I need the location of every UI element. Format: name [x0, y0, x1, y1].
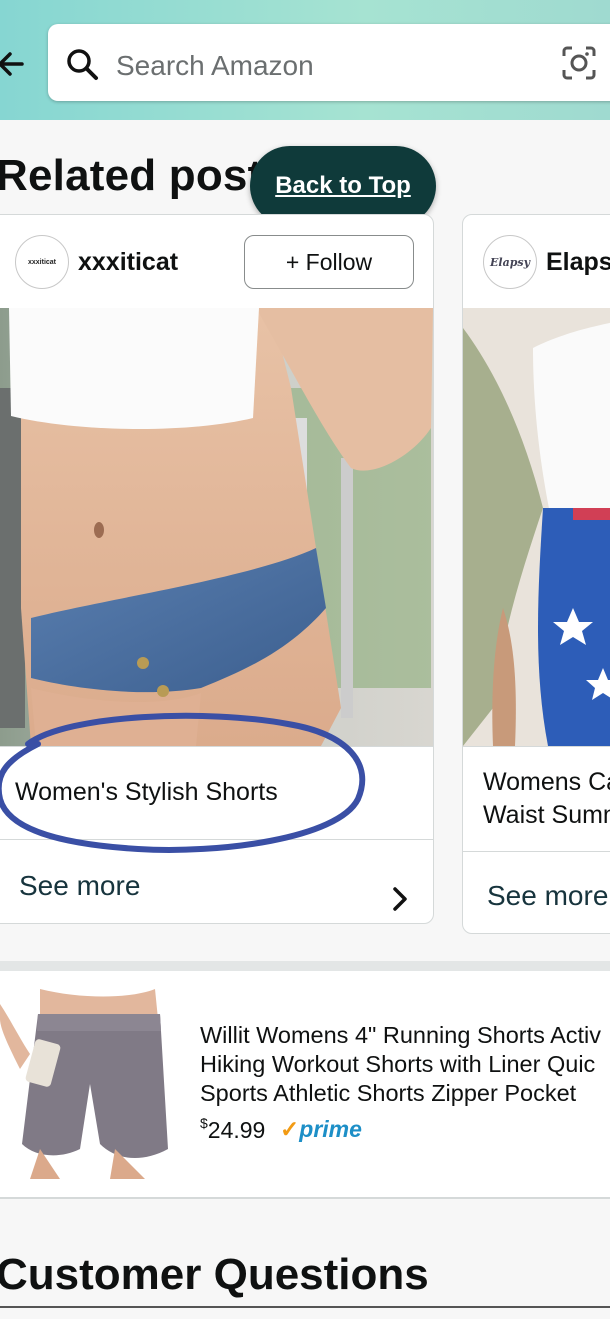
avatar-text: xxxiticat: [27, 258, 57, 266]
related-posts-heading: Related posts: [0, 151, 288, 200]
product-title-line: Hiking Workout Shorts with Liner Quic: [200, 1051, 596, 1077]
price-value: 24.99: [207, 1117, 266, 1143]
post-image[interactable]: [463, 308, 610, 746]
section-separator: [0, 961, 610, 971]
prime-badge: ✓prime: [280, 1116, 362, 1143]
camera-lens-icon[interactable]: [560, 44, 598, 87]
post-username[interactable]: xxxiticat: [78, 248, 178, 277]
bottom-divider: [0, 1306, 610, 1308]
product-item[interactable]: Willit Womens 4" Running Shorts Activ Hi…: [0, 971, 610, 1199]
product-title-line: Sports Athletic Shorts Zipper Pocket: [200, 1080, 577, 1106]
post-card[interactable]: Elapsy Elapsy Womens Ca Waist Summ See m…: [462, 214, 610, 934]
avatar[interactable]: Elapsy: [483, 235, 537, 289]
product-title-line: Willit Womens 4" Running Shorts Activ: [200, 1022, 602, 1048]
post-username[interactable]: Elapsy: [546, 248, 610, 277]
search-icon: [64, 46, 100, 87]
chevron-right-icon[interactable]: [389, 885, 413, 918]
product-image[interactable]: [0, 989, 180, 1179]
hand-drawn-circle-annotation: [0, 712, 366, 853]
product-title[interactable]: Willit Womens 4" Running Shorts Activ Hi…: [200, 1021, 610, 1108]
avatar-text: Elapsy: [490, 255, 530, 269]
prime-check-icon: ✓: [280, 1116, 300, 1142]
post-image[interactable]: [0, 308, 433, 746]
product-price: $24.99: [200, 1115, 265, 1144]
currency-symbol: $: [200, 1115, 208, 1131]
back-arrow-icon[interactable]: [0, 44, 32, 84]
top-header: Search Amazon: [0, 0, 610, 120]
customer-questions-heading: Customer Questions: [0, 1250, 429, 1299]
see-more-link[interactable]: See more: [19, 870, 140, 902]
search-placeholder[interactable]: Search Amazon: [116, 50, 314, 82]
see-more-link[interactable]: See more: [487, 880, 608, 912]
post-caption-line[interactable]: Womens Ca: [483, 766, 610, 799]
prime-label: prime: [299, 1116, 362, 1142]
post-caption-line[interactable]: Waist Summ: [483, 799, 610, 832]
card-divider: [463, 851, 610, 852]
card-divider: [463, 746, 610, 747]
avatar[interactable]: xxxiticat: [15, 235, 69, 289]
follow-button[interactable]: + Follow: [244, 235, 414, 289]
search-bar[interactable]: Search Amazon: [48, 24, 610, 101]
